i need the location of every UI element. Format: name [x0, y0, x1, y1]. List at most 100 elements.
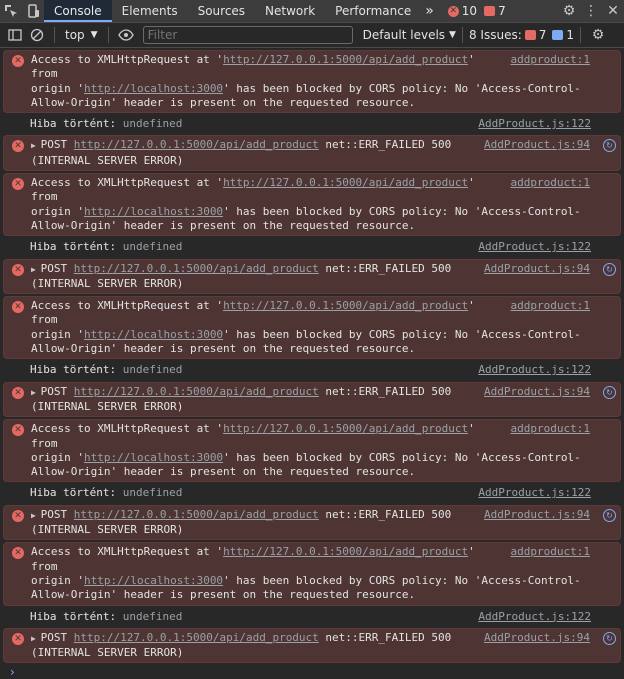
source-link[interactable]: AddProduct.js:94 — [484, 138, 590, 152]
network-request-icon[interactable]: ↻ — [603, 508, 616, 522]
error-icon: ✕ — [12, 178, 24, 191]
tab-console[interactable]: Console — [44, 0, 112, 22]
network-request-icon[interactable]: ↻ — [603, 631, 616, 645]
message-text: Allow-Origin' header is present on the r… — [31, 95, 416, 109]
http-method: POST — [40, 261, 74, 275]
request-url-link[interactable]: http://127.0.0.1:5000/api/add_product — [223, 299, 468, 312]
error-icon: ✕ — [12, 547, 24, 560]
expand-triangle-icon[interactable]: ▶ — [31, 265, 41, 274]
sidebar-toggle-icon[interactable] — [4, 24, 26, 46]
source-link[interactable]: AddProduct.js:94 — [484, 262, 590, 276]
console-network-error[interactable]: ✕ AddProduct.js:94 ↻ ▶ POST http://127.0.0.… — [3, 135, 621, 172]
network-request-icon[interactable]: ↻ — [603, 262, 616, 276]
context-selector[interactable]: top ▼ — [61, 28, 102, 42]
clear-console-icon[interactable] — [26, 24, 48, 46]
console-network-error[interactable]: ✕ AddProduct.js:94 ↻ ▶ POST http://127.0.0.… — [3, 258, 621, 295]
source-link[interactable]: AddProduct.js:122 — [478, 610, 591, 624]
tab-elements[interactable]: Elements — [112, 0, 188, 22]
message-text: Allow-Origin' header is present on the r… — [31, 465, 416, 479]
network-request-icon[interactable]: ↻ — [603, 385, 616, 399]
console-log-message: AddProduct.js:122 Hiba történt: undefined — [3, 238, 621, 256]
origin-url-link[interactable]: http://localhost:3000 — [84, 574, 223, 587]
request-url-link[interactable]: http://127.0.0.1:5000/api/add_product — [74, 138, 319, 151]
source-link[interactable]: addproduct:1 — [511, 53, 590, 67]
console-log-message: AddProduct.js:122 Hiba történt: undefined — [3, 115, 621, 133]
issues-error-icon — [524, 30, 536, 40]
console-log-message: AddProduct.js:122 Hiba történt: undefined — [3, 361, 621, 379]
error-icon: ✕ — [12, 509, 24, 522]
console-network-error[interactable]: ✕ AddProduct.js:94 ↻ ▶ POST http://127.0.0.… — [3, 381, 621, 418]
source-link[interactable]: addproduct:1 — [511, 422, 590, 436]
more-tabs-icon[interactable]: » — [421, 0, 438, 22]
expand-triangle-icon[interactable]: ▶ — [31, 388, 41, 397]
live-expression-eye-icon[interactable] — [115, 24, 137, 46]
settings-gear-icon[interactable]: ⚙ — [558, 0, 580, 22]
source-link[interactable]: AddProduct.js:94 — [484, 508, 590, 522]
source-link[interactable]: addproduct:1 — [511, 299, 590, 313]
issues-button[interactable]: 8 Issues: 7 1 — [469, 28, 574, 42]
tab-network[interactable]: Network — [255, 0, 325, 22]
status-text: net::ERR_FAILED 500 — [318, 261, 452, 275]
log-value: undefined — [122, 240, 183, 254]
tab-performance[interactable]: Performance — [325, 0, 421, 22]
device-toolbar-icon[interactable] — [22, 0, 44, 22]
status-text: net::ERR_FAILED 500 — [318, 507, 452, 521]
message-text: origin ' — [31, 450, 84, 464]
console-prompt-icon[interactable]: › — [10, 665, 15, 679]
console-settings-gear-icon[interactable]: ⚙ — [587, 24, 609, 46]
source-link[interactable]: AddProduct.js:122 — [478, 486, 591, 500]
expand-triangle-icon[interactable]: ▶ — [31, 511, 41, 520]
more-options-icon[interactable]: ⋮ — [580, 0, 602, 22]
request-url-link[interactable]: http://127.0.0.1:5000/api/add_product — [74, 631, 319, 644]
request-url-link[interactable]: http://127.0.0.1:5000/api/add_product — [223, 545, 468, 558]
source-link[interactable]: AddProduct.js:122 — [478, 363, 591, 377]
tab-sources[interactable]: Sources — [188, 0, 255, 22]
status-detail: (INTERNAL SERVER ERROR) — [31, 153, 184, 167]
source-link[interactable]: AddProduct.js:94 — [484, 385, 590, 399]
filter-input[interactable] — [142, 26, 353, 44]
log-value: undefined — [122, 117, 183, 131]
console-log-message: AddProduct.js:122 Hiba történt: undefined — [3, 484, 621, 502]
inspect-element-icon[interactable] — [0, 0, 22, 22]
expand-triangle-icon[interactable]: ▶ — [31, 141, 41, 150]
devtools-tabbar: Console Elements Sources Network Perform… — [0, 0, 624, 23]
origin-url-link[interactable]: http://localhost:3000 — [84, 205, 223, 218]
request-url-link[interactable]: http://127.0.0.1:5000/api/add_product — [74, 385, 319, 398]
error-icon: ✕ — [12, 386, 24, 399]
error-icon: ✕ — [12, 55, 24, 67]
log-levels-dropdown[interactable]: Default levels ▼ — [363, 28, 456, 42]
request-url-link[interactable]: http://127.0.0.1:5000/api/add_product — [74, 508, 319, 521]
log-text: Hiba történt: — [30, 240, 123, 254]
close-icon[interactable]: ✕ — [602, 0, 624, 22]
origin-url-link[interactable]: http://localhost:3000 — [84, 328, 223, 341]
error-count: 10 — [461, 4, 478, 18]
log-text: Hiba történt: — [30, 486, 123, 500]
source-link[interactable]: AddProduct.js:94 — [484, 631, 590, 645]
context-label: top — [65, 28, 85, 42]
origin-url-link[interactable]: http://localhost:3000 — [84, 82, 223, 95]
status-detail: (INTERNAL SERVER ERROR) — [31, 646, 184, 660]
message-text: ' has been blocked by CORS policy: No 'A… — [223, 573, 581, 587]
issues-info-count: 1 — [566, 28, 575, 42]
dropdown-arrow-icon: ▼ — [449, 30, 456, 40]
error-icon: ✕ — [447, 5, 459, 17]
request-url-link[interactable]: http://127.0.0.1:5000/api/add_product — [223, 422, 468, 435]
network-request-icon[interactable]: ↻ — [603, 139, 616, 153]
console-network-error[interactable]: ✕ AddProduct.js:94 ↻ ▶ POST http://127.0.0.… — [3, 504, 621, 541]
source-link[interactable]: AddProduct.js:122 — [478, 240, 591, 254]
request-url-link[interactable]: http://127.0.0.1:5000/api/add_product — [74, 262, 319, 275]
divider — [461, 27, 463, 43]
console-error-message: ✕ addproduct:1 Access to XMLHttpRequest at… — [3, 173, 621, 237]
source-link[interactable]: addproduct:1 — [511, 545, 590, 559]
warning-count: 7 — [498, 4, 506, 18]
origin-url-link[interactable]: http://localhost:3000 — [84, 451, 223, 464]
error-count-badge[interactable]: ✕ 10 7 — [447, 4, 506, 18]
issues-label: 8 Issues: — [468, 28, 522, 42]
request-url-link[interactable]: http://127.0.0.1:5000/api/add_product — [223, 53, 468, 66]
source-link[interactable]: AddProduct.js:122 — [478, 117, 591, 131]
message-text: Access to XMLHttpRequest at ' — [31, 176, 224, 190]
expand-triangle-icon[interactable]: ▶ — [31, 634, 41, 643]
request-url-link[interactable]: http://127.0.0.1:5000/api/add_product — [223, 176, 468, 189]
source-link[interactable]: addproduct:1 — [511, 176, 590, 190]
message-text: origin ' — [31, 204, 84, 218]
